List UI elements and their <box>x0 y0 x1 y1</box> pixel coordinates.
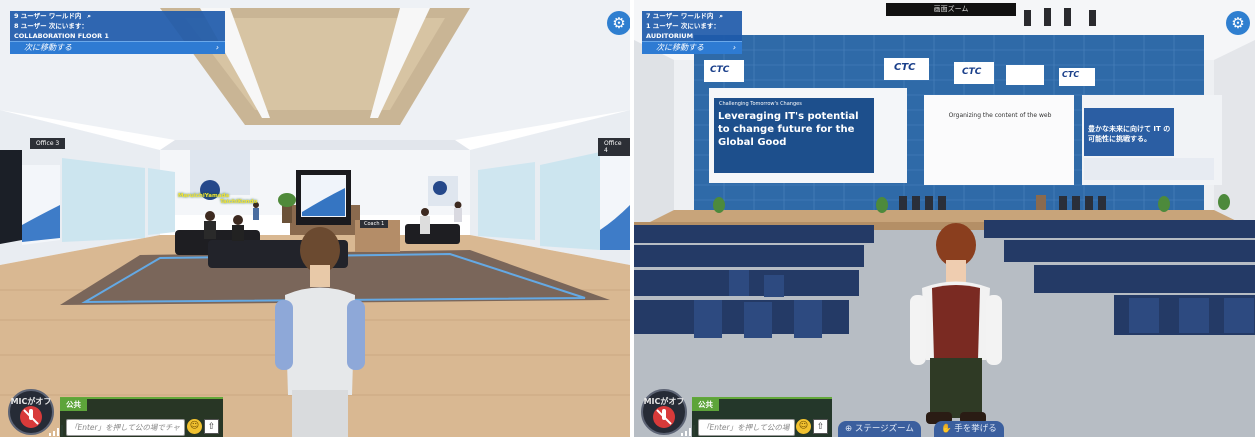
name-tag[interactable]: TaichiKondo <box>220 199 257 205</box>
users-in-world-text: 7 ユーザー ワールド内 <box>646 12 714 20</box>
chat-panel: 公共 「Enter」を押して公の場 ☺ ⇧ <box>692 397 832 437</box>
stage-logo: CTC <box>962 67 982 77</box>
location-name: AUDITORIUM <box>642 31 742 41</box>
collaboration-floor-scene <box>0 0 630 437</box>
screen3-headline: 豊かな未来に向けて IT の可能性に挑戦する。 <box>1088 125 1171 143</box>
emoji-icon[interactable]: ☺ <box>187 419 202 434</box>
chevron-right-icon: › <box>732 43 736 52</box>
search-icon[interactable]: ⌕ <box>719 11 723 21</box>
stage-logo: CTC <box>1062 70 1080 79</box>
left-viewport[interactable]: Office 3 Office 4 Coach 1 MaruichiYamada… <box>0 0 630 437</box>
stage-logo: CTC <box>710 65 730 75</box>
raise-hand-icon: ✋ <box>941 424 955 434</box>
stage-logo: CTC <box>894 62 916 73</box>
mic-off-icon <box>653 406 675 428</box>
users-in-world-text: 9 ユーザー ワールド内 <box>14 12 82 20</box>
screen-zoom-label[interactable]: 画面ズーム <box>886 3 1016 16</box>
location-name: COLLABORATION FLOOR 1 <box>10 31 225 41</box>
users-in-world-row[interactable]: 9 ユーザー ワールド内 ⌕ <box>10 11 225 21</box>
emoji-icon[interactable]: ☺ <box>796 419 811 434</box>
chat-tab-public[interactable]: 公共 <box>692 398 719 411</box>
users-in-world-row[interactable]: 7 ユーザー ワールド内 ⌕ <box>642 11 742 21</box>
office-sign-left: Office 3 <box>30 138 66 149</box>
move-to-label: 次に移動する <box>24 43 72 52</box>
settings-gear-icon[interactable]: ⚙ <box>607 11 630 35</box>
office-sign-right: Office 4 <box>598 138 630 156</box>
chat-tab-public[interactable]: 公共 <box>60 398 87 411</box>
settings-gear-icon[interactable]: ⚙ <box>1226 11 1250 35</box>
chat-input[interactable]: 「Enter」を押して公の場 <box>698 419 795 436</box>
world-info-panel: 9 ユーザー ワールド内 ⌕ 8 ユーザー 次にいます： COLLABORATI… <box>10 11 225 54</box>
screen1-headline: Leveraging IT's potential to change futu… <box>718 111 859 148</box>
coach-sign: Coach 1 <box>360 220 389 228</box>
users-here-text: 1 ユーザー 次にいます： <box>642 21 742 31</box>
chat-panel: 公共 「Enter」を押して公の場でチャ ☺ ⇧ <box>60 397 223 437</box>
world-info-panel: 7 ユーザー ワールド内 ⌕ 1 ユーザー 次にいます： AUDITORIUM … <box>642 11 742 54</box>
zoom-icon: ⊕ <box>845 424 855 434</box>
users-here-text: 8 ユーザー 次にいます： <box>10 21 225 31</box>
search-icon[interactable]: ⌕ <box>87 11 91 21</box>
move-to-label: 次に移動する <box>656 43 704 52</box>
screen1-subtitle: Challenging Tomorrow's Changes <box>719 101 802 107</box>
upload-icon[interactable]: ⇧ <box>204 419 219 434</box>
screen2-headline: Organizing the content of the web <box>948 112 1052 119</box>
mic-toggle-button[interactable]: MICがオフ <box>8 389 54 435</box>
stage-zoom-label: ステージズーム <box>854 424 914 434</box>
mic-off-icon <box>20 406 42 428</box>
raise-hand-label: 手を挙げる <box>954 424 997 434</box>
right-viewport[interactable]: CTC CTC CTC CTC Challenging Tomorrow's C… <box>634 0 1255 437</box>
stage-zoom-button[interactable]: ⊕ ステージズーム <box>838 421 921 437</box>
raise-hand-button[interactable]: ✋ 手を挙げる <box>934 421 1004 437</box>
chevron-right-icon: › <box>215 43 219 52</box>
chat-input[interactable]: 「Enter」を押して公の場でチャ <box>66 419 185 436</box>
upload-icon[interactable]: ⇧ <box>813 419 828 434</box>
move-to-button[interactable]: 次に移動する › <box>10 41 225 54</box>
move-to-button[interactable]: 次に移動する › <box>642 41 742 54</box>
